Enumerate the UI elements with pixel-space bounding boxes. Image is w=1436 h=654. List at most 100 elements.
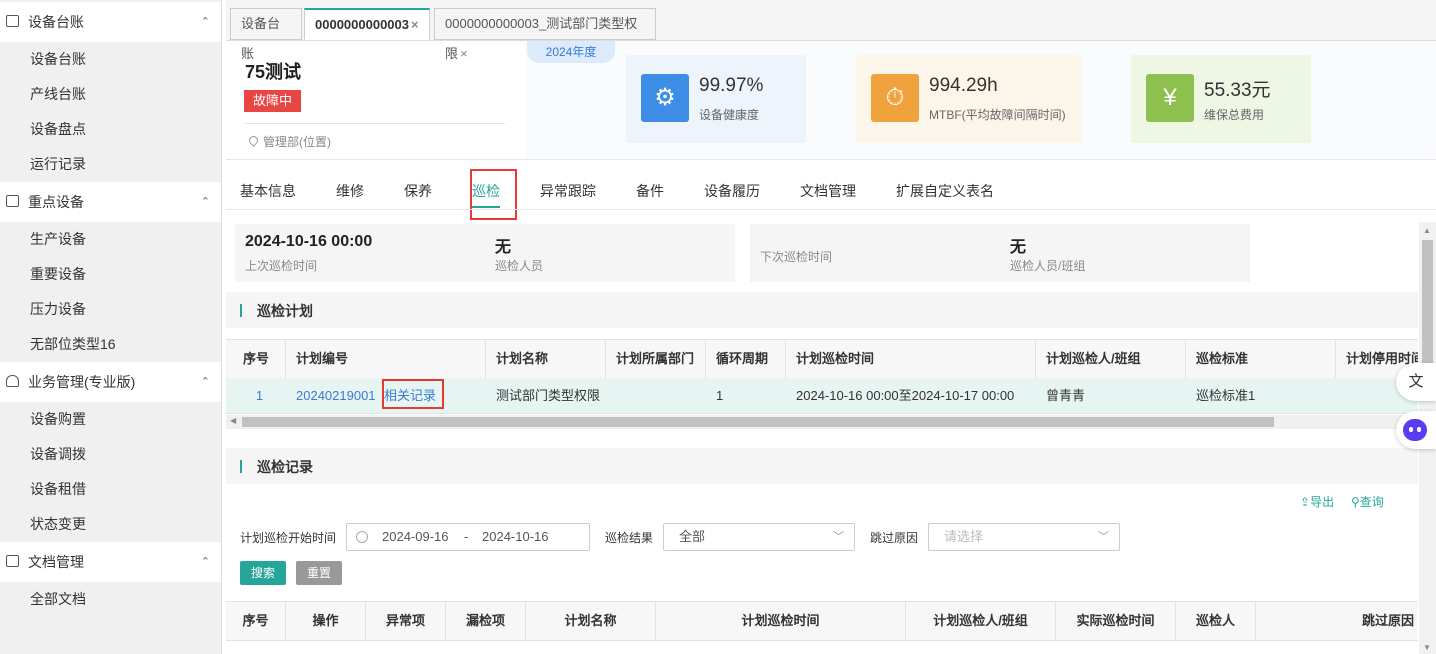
header-divider	[244, 123, 505, 124]
start-time-label: 计划巡检开始时间	[240, 531, 337, 545]
nav-tab-custom[interactable]: 扩展自定义表名	[896, 181, 994, 201]
translate-button[interactable]: 文	[1396, 363, 1436, 401]
sidebar-item-line-ledger[interactable]: 产线台账	[0, 77, 221, 112]
last-inspection-time-label: 上次巡检时间	[245, 259, 318, 273]
chevron-up-icon[interactable]: ⌃	[201, 362, 210, 402]
record-col-inspector: 巡检人	[1176, 602, 1256, 640]
record-col-action: 操作	[286, 602, 366, 640]
sidebar-item-run-record[interactable]: 运行记录	[0, 147, 221, 182]
device-name: 75测试	[245, 62, 302, 82]
year-badge: 2024年度	[527, 41, 615, 63]
date-separator: -	[464, 529, 469, 544]
sidebar-item-important[interactable]: 重要设备	[0, 257, 221, 292]
export-button[interactable]: ⇪导出	[1300, 493, 1334, 510]
nav-tab-abnormal[interactable]: 异常跟踪	[540, 181, 596, 201]
nav-tab-spare[interactable]: 备件	[636, 181, 664, 201]
sidebar-item-no-part[interactable]: 无部位类型16	[0, 327, 221, 362]
tab-device-0003-perm[interactable]: 0000000000003_测试部门类型权限 ×	[434, 8, 656, 61]
key-device-icon	[6, 195, 19, 207]
plan-col-person: 计划巡检人/班组	[1036, 340, 1186, 378]
scrollbar-thumb[interactable]	[242, 417, 1274, 427]
highlight-box	[470, 169, 517, 220]
horizontal-scrollbar[interactable]: ◀	[226, 415, 1418, 429]
plan-section-header	[226, 292, 1418, 328]
plan-row-name: 测试部门类型权限	[496, 388, 601, 403]
skip-reason-select[interactable]: 请选择 ﹀	[928, 523, 1120, 551]
close-icon[interactable]: ×	[460, 46, 468, 61]
chevron-up-icon[interactable]: ⌃	[201, 182, 210, 222]
chevron-up-icon[interactable]: ⌃	[201, 542, 210, 582]
nav-tab-maintain[interactable]: 保养	[404, 181, 432, 201]
plan-row-index: 1	[255, 388, 264, 403]
reset-button[interactable]: 重置	[296, 561, 342, 585]
last-inspector-label: 巡检人员	[495, 259, 544, 273]
plan-col-dept: 计划所属部门	[606, 340, 706, 378]
folder-icon	[6, 555, 19, 567]
ledger-icon	[6, 15, 19, 27]
timer-icon: ⏱	[871, 74, 919, 122]
sidebar-item-inventory[interactable]: 设备盘点	[0, 112, 221, 147]
export-label: 导出	[1310, 495, 1335, 509]
nav-tab-history[interactable]: 设备履历	[704, 181, 760, 201]
sidebar-item-production[interactable]: 生产设备	[0, 222, 221, 257]
tab-device-0003[interactable]: 0000000000003 ×	[304, 8, 430, 40]
plan-row-cycle: 1	[716, 388, 724, 403]
result-label: 巡检结果	[605, 531, 654, 545]
translate-icon: 文	[1408, 373, 1424, 390]
nav-tab-repair[interactable]: 维修	[336, 181, 364, 201]
sidebar-item-transfer[interactable]: 设备调拨	[0, 437, 221, 472]
sidebar-group-label: 业务管理(专业版)	[28, 374, 136, 390]
sidebar-item-purchase[interactable]: 设备购置	[0, 402, 221, 437]
search-button[interactable]: 搜索	[240, 561, 286, 585]
result-select[interactable]: 全部 ﹀	[663, 523, 855, 551]
nav-tab-basic[interactable]: 基本信息	[240, 181, 296, 201]
status-badge: 故障中	[244, 90, 301, 112]
plan-col-standard: 巡检标准	[1186, 340, 1336, 378]
record-col-abnormal: 异常项	[366, 602, 446, 640]
record-section-header	[226, 448, 1418, 484]
query-label: 查询	[1359, 495, 1384, 509]
stat-value: 994.29h	[929, 75, 998, 96]
sidebar: 设备台账 ⌃ 设备台账 产线台账 设备盘点 运行记录 重点设备 ⌃ 生产设备 重…	[0, 0, 222, 654]
tab-bar: 设备台账 0000000000003 × 0000000000003_测试部门类型…	[226, 0, 1436, 61]
sidebar-item-device-ledger[interactable]: 设备台账	[0, 42, 221, 77]
date-from[interactable]: 2024-09-16	[382, 524, 449, 550]
chevron-up-icon[interactable]: ⌃	[201, 2, 210, 42]
sidebar-group-docs[interactable]: 文档管理 ⌃	[0, 542, 221, 582]
record-col-actual-time: 实际巡检时间	[1056, 602, 1176, 640]
assistant-button[interactable]	[1396, 411, 1436, 449]
stat-mtbf: ⏱ 994.29h MTBF(平均故障间隔时间)	[856, 55, 1081, 143]
search-icon: ⚲	[1351, 495, 1360, 509]
sidebar-item-pressure[interactable]: 压力设备	[0, 292, 221, 327]
sidebar-group-ledger[interactable]: 设备台账 ⌃	[0, 2, 221, 42]
sidebar-group-key-devices[interactable]: 重点设备 ⌃	[0, 182, 221, 222]
clock-icon	[356, 531, 368, 543]
stat-health: ⚙ 99.97% 设备健康度	[626, 55, 806, 143]
tab-device-ledger[interactable]: 设备台账	[230, 8, 302, 61]
highlight-box	[382, 379, 444, 409]
date-to[interactable]: 2024-10-16	[482, 524, 549, 550]
record-col-index: 序号	[226, 602, 286, 640]
record-col-plan-name: 计划名称	[526, 602, 656, 640]
record-section-title: 巡检记录	[257, 459, 313, 475]
nav-tab-docs[interactable]: 文档管理	[800, 181, 856, 201]
sidebar-item-all-docs[interactable]: 全部文档	[0, 582, 221, 617]
chevron-down-icon: ﹀	[1098, 531, 1109, 543]
record-col-plan-person: 计划巡检人/班组	[906, 602, 1056, 640]
sidebar-group-label: 设备台账	[28, 14, 84, 30]
plan-row-code[interactable]: 20240219001	[286, 378, 386, 414]
scroll-up-arrow[interactable]: ▲	[1423, 226, 1431, 235]
close-icon[interactable]: ×	[411, 17, 419, 32]
sidebar-group-business[interactable]: 业务管理(专业版) ⌃	[0, 362, 221, 402]
date-range-picker[interactable]: 2024-09-16 - 2024-10-16	[346, 523, 590, 551]
sidebar-item-lease[interactable]: 设备租借	[0, 472, 221, 507]
skip-reason-placeholder: 请选择	[944, 529, 984, 544]
scroll-left-arrow[interactable]: ◀	[230, 416, 236, 425]
tab-label: 0000000000003	[315, 17, 409, 32]
sidebar-item-status-change[interactable]: 状态变更	[0, 507, 221, 542]
chevron-down-icon: ﹀	[833, 531, 844, 543]
query-button[interactable]: ⚲查询	[1351, 493, 1384, 510]
scroll-down-arrow[interactable]: ▼	[1423, 643, 1431, 652]
gear-icon: ⚙	[641, 74, 689, 122]
section-divider	[226, 159, 1436, 160]
